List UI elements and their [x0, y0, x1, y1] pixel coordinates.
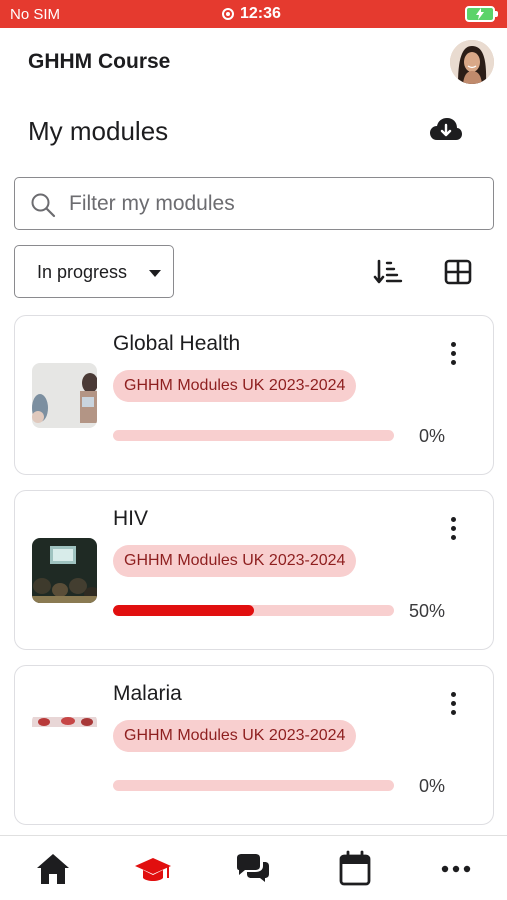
module-card-global-health[interactable]: Global Health GHHM Modules UK 2023-2024 … [14, 315, 494, 475]
tab-my-courses[interactable] [133, 850, 173, 888]
tab-calendar[interactable] [335, 850, 375, 888]
progress-bar [113, 430, 394, 441]
alarm-icon [222, 8, 234, 20]
module-title: HIV [113, 507, 149, 530]
progress-percent: 50% [408, 601, 445, 621]
module-thumbnail [32, 363, 97, 428]
chat-icon [237, 854, 269, 882]
sort-icon [373, 259, 403, 284]
calendar-icon [339, 850, 371, 886]
module-thumbnail [32, 713, 97, 778]
home-icon [37, 854, 69, 884]
grid-view-icon [444, 259, 472, 285]
status-bar: No SIM 12:36 [0, 0, 507, 28]
page-title: My modules [28, 116, 169, 146]
more-vertical-icon[interactable] [445, 692, 461, 724]
carrier-label: No SIM [10, 6, 61, 23]
tab-messages[interactable] [233, 850, 273, 888]
course-tag: GHHM Modules UK 2023-2024 [113, 720, 357, 752]
course-tag: GHHM Modules UK 2023-2024 [113, 545, 357, 577]
grid-view-button[interactable] [442, 256, 474, 288]
time-label: 12:36 [240, 5, 281, 22]
bottom-tab-bar [0, 835, 507, 900]
more-vertical-icon[interactable] [445, 517, 461, 549]
battery-icon [465, 6, 498, 22]
module-title: Malaria [113, 682, 182, 705]
search-input[interactable] [69, 188, 479, 220]
sort-button[interactable] [372, 256, 404, 288]
progress-bar [113, 605, 394, 616]
progress-percent: 0% [418, 426, 445, 446]
tab-more[interactable] [436, 850, 476, 888]
module-thumbnail [32, 538, 97, 603]
cloud-download-icon [430, 118, 462, 140]
status-filter-select[interactable]: In progress [14, 245, 174, 298]
module-title: Global Health [113, 332, 241, 355]
module-card-malaria[interactable]: Malaria GHHM Modules UK 2023-2024 0% [14, 665, 494, 825]
search-field[interactable] [14, 177, 494, 230]
graduation-cap-icon [135, 858, 171, 881]
progress-percent: 0% [418, 776, 445, 796]
more-horizontal-icon [441, 865, 471, 873]
course-title: GHHM Course [28, 50, 171, 73]
progress-bar [113, 780, 394, 791]
more-vertical-icon[interactable] [445, 342, 461, 374]
status-time: 12:36 [222, 5, 281, 23]
progress-fill [113, 605, 254, 616]
search-icon [31, 193, 56, 218]
chevron-down-icon [149, 270, 161, 277]
user-avatar[interactable] [450, 40, 494, 84]
module-card-hiv[interactable]: HIV GHHM Modules UK 2023-2024 50% [14, 490, 494, 650]
course-tag: GHHM Modules UK 2023-2024 [113, 370, 357, 402]
download-button[interactable] [428, 114, 464, 146]
tab-home[interactable] [33, 850, 73, 888]
filter-selected-label: In progress [37, 262, 128, 282]
